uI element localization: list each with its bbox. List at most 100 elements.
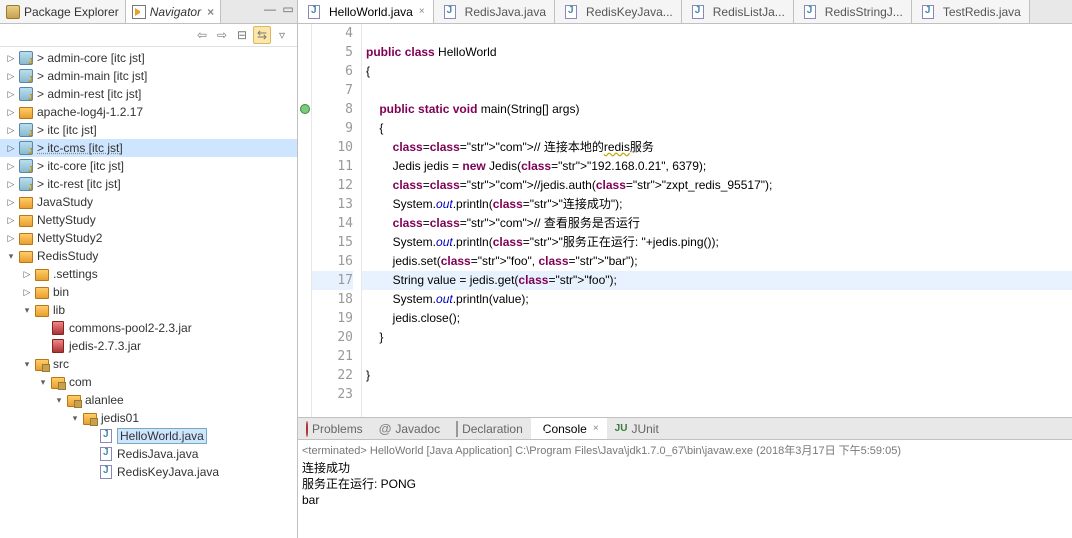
editor-tab[interactable]: RedisKeyJava... [555,0,682,23]
code-line[interactable]: class=class="str">"com">// 连接本地的redis服务 [362,138,1072,157]
expand-closed-icon[interactable]: ▷ [4,87,18,101]
code-line[interactable] [362,347,1072,366]
tree-node[interactable]: ▷> itc-rest [itc jst] [0,175,297,193]
code-line[interactable] [362,385,1072,404]
code-line[interactable]: { [362,119,1072,138]
tree-node[interactable]: ▾jedis01 [0,409,297,427]
expand-open-icon[interactable]: ▾ [36,375,50,389]
code-line[interactable]: System.out.println(value); [362,290,1072,309]
link-editor-button[interactable]: ⇆ [253,26,271,44]
tree-node[interactable]: HelloWorld.java [0,427,297,445]
minimize-view-button[interactable]: — [261,0,279,18]
tree-node[interactable]: ▷> admin-core [itc jst] [0,49,297,67]
expand-closed-icon[interactable]: ▷ [4,231,18,245]
expand-open-icon[interactable]: ▾ [68,411,82,425]
expand-open-icon[interactable]: ▾ [20,357,34,371]
code-editor[interactable]: public class HelloWorld{ public static v… [362,24,1072,417]
editor-tab-label: RedisJava.java [465,5,546,19]
bottom-tab-javadoc[interactable]: @Javadoc [371,418,448,439]
code-line[interactable] [362,81,1072,100]
code-line[interactable]: } [362,328,1072,347]
console-content[interactable]: <terminated> HelloWorld [Java Applicatio… [298,440,1072,538]
code-line[interactable]: String value = jedis.get(class="str">"fo… [362,271,1072,290]
jar-icon [50,338,66,354]
tree-node[interactable]: ▷> admin-rest [itc jst] [0,85,297,103]
tree-node[interactable]: ▷> itc [itc jst] [0,121,297,139]
expand-closed-icon[interactable]: ▷ [4,177,18,191]
code-line[interactable]: System.out.println(class="str">"服务正在运行: … [362,233,1072,252]
forward-button[interactable]: ⇨ [213,26,231,44]
tab-navigator[interactable]: Navigator × [126,0,221,23]
expand-none[interactable] [84,429,98,443]
expand-closed-icon[interactable]: ▷ [4,51,18,65]
code-line[interactable]: jedis.close(); [362,309,1072,328]
expand-none[interactable] [84,447,98,461]
editor-tab[interactable]: TestRedis.java [912,0,1030,23]
expand-none[interactable] [36,339,50,353]
tree-node[interactable]: ▾src [0,355,297,373]
editor-tab[interactable]: RedisJava.java [434,0,555,23]
expand-closed-icon[interactable]: ▷ [4,69,18,83]
tree-node[interactable]: ▷> itc-cms [itc jst] [0,139,297,157]
tree-node[interactable]: commons-pool2-2.3.jar [0,319,297,337]
tree-node[interactable]: ▾lib [0,301,297,319]
console-line: bar [302,492,1068,508]
tree-node[interactable]: ▷.settings [0,265,297,283]
tree-node[interactable]: ▷bin [0,283,297,301]
code-line[interactable] [362,24,1072,43]
project-tree[interactable]: ▷> admin-core [itc jst]▷> admin-main [it… [0,47,297,538]
code-line[interactable]: { [362,62,1072,81]
expand-closed-icon[interactable]: ▷ [20,285,34,299]
close-icon[interactable]: × [419,6,425,17]
tree-node[interactable]: RedisJava.java [0,445,297,463]
editor-tab[interactable]: HelloWorld.java× [298,0,434,23]
expand-closed-icon[interactable]: ▷ [4,213,18,227]
expand-open-icon[interactable]: ▾ [20,303,34,317]
code-line[interactable]: Jedis jedis = new Jedis(class="str">"192… [362,157,1072,176]
maximize-view-button[interactable]: ▭ [279,0,297,18]
close-icon[interactable]: × [593,423,599,434]
tree-node[interactable]: ▷> itc-core [itc jst] [0,157,297,175]
expand-closed-icon[interactable]: ▷ [20,267,34,281]
tree-node[interactable]: RedisKeyJava.java [0,463,297,481]
expand-closed-icon[interactable]: ▷ [4,141,18,155]
tree-node[interactable]: ▾com [0,373,297,391]
expand-closed-icon[interactable]: ▷ [4,195,18,209]
code-line[interactable]: System.out.println(class="str">"连接成功"); [362,195,1072,214]
code-line[interactable]: public static void main(String[] args) [362,100,1072,119]
expand-none[interactable] [36,321,50,335]
code-line[interactable]: public class HelloWorld [362,43,1072,62]
tree-node[interactable]: jedis-2.7.3.jar [0,337,297,355]
tree-node[interactable]: ▾alanlee [0,391,297,409]
expand-closed-icon[interactable]: ▷ [4,159,18,173]
expand-open-icon[interactable]: ▾ [4,249,18,263]
run-marker-icon[interactable] [300,104,310,114]
code-line[interactable]: class=class="str">"com">//jedis.auth(cla… [362,176,1072,195]
tree-node[interactable]: ▷NettyStudy [0,211,297,229]
editor-tab[interactable]: RedisListJa... [682,0,794,23]
bottom-tab-console[interactable]: Console× [531,418,607,439]
java-file-icon [920,4,936,20]
tree-node[interactable]: ▷> admin-main [itc jst] [0,67,297,85]
bottom-tab-declaration[interactable]: Declaration [448,418,531,439]
expand-open-icon[interactable]: ▾ [52,393,66,407]
editor-tab[interactable]: RedisStringJ... [794,0,912,23]
close-icon[interactable]: × [207,5,214,19]
code-line[interactable]: class=class="str">"com">// 查看服务是否运行 [362,214,1072,233]
tree-node[interactable]: ▷NettyStudy2 [0,229,297,247]
expand-closed-icon[interactable]: ▷ [4,123,18,137]
tree-node[interactable]: ▾RedisStudy [0,247,297,265]
back-button[interactable]: ⇦ [193,26,211,44]
tree-node[interactable]: ▷apache-log4j-1.2.17 [0,103,297,121]
view-menu-button[interactable]: ▿ [273,26,291,44]
collapse-all-button[interactable]: ⊟ [233,26,251,44]
tab-package-explorer[interactable]: Package Explorer [0,0,126,23]
bottom-tab-problems[interactable]: Problems [298,418,371,439]
expand-none[interactable] [84,465,98,479]
java-icon [98,446,114,462]
code-line[interactable]: jedis.set(class="str">"foo", class="str"… [362,252,1072,271]
code-line[interactable]: } [362,366,1072,385]
expand-closed-icon[interactable]: ▷ [4,105,18,119]
bottom-tab-junit[interactable]: JUJUnit [607,418,667,439]
tree-node[interactable]: ▷JavaStudy [0,193,297,211]
